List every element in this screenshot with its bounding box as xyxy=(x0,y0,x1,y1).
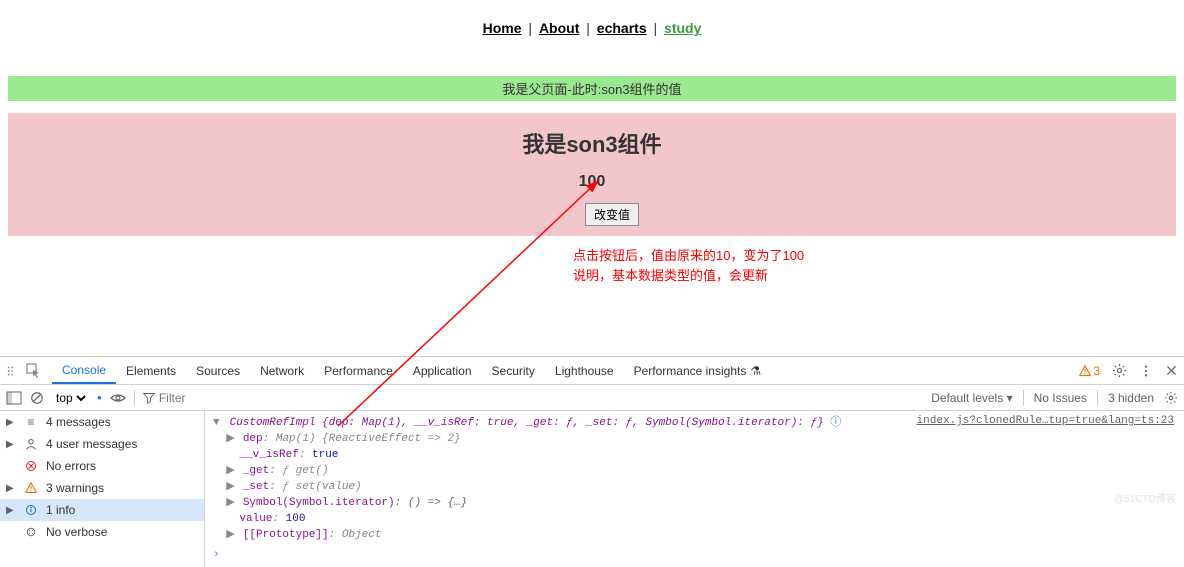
tab-application[interactable]: Application xyxy=(403,357,482,384)
filter-icon xyxy=(143,392,155,404)
flask-icon: ⚗ xyxy=(750,364,761,378)
sidebar-item-verbose[interactable]: No verbose xyxy=(0,521,204,543)
user-icon xyxy=(24,438,38,450)
messages-icon: ≡ xyxy=(24,415,38,429)
tab-security[interactable]: Security xyxy=(482,357,545,384)
nav-links: Home | About | echarts | study xyxy=(8,20,1176,36)
nav-separator: | xyxy=(650,20,661,36)
error-icon xyxy=(24,460,38,472)
element-picker-icon[interactable] xyxy=(26,363,42,379)
live-expression-icon[interactable] xyxy=(110,392,126,404)
filter-input[interactable] xyxy=(159,391,219,405)
nav-link-home[interactable]: Home xyxy=(483,20,522,36)
parent-banner: 我是父页面-此时:son3组件的值 xyxy=(8,76,1176,101)
warnings-badge[interactable]: 3 xyxy=(1079,364,1100,378)
sidebar-item-messages[interactable]: ▶≡4 messages xyxy=(0,411,204,433)
annotation-line1: 点击按钮后，值由原来的10，变为了100 xyxy=(573,246,804,266)
console-toolbar: top ● Default levels ▾ No Issues 3 hidde… xyxy=(0,385,1184,411)
tab-perf-insights[interactable]: Performance insights ⚗ xyxy=(624,357,771,384)
console-sidebar: ▶≡4 messages ▶4 user messages No errors … xyxy=(0,411,205,567)
tab-lighthouse[interactable]: Lighthouse xyxy=(545,357,624,384)
sidebar-item-user-messages[interactable]: ▶4 user messages xyxy=(0,433,204,455)
tab-elements[interactable]: Elements xyxy=(116,357,186,384)
nav-separator: | xyxy=(582,20,593,36)
son3-value: 100 xyxy=(8,173,1176,191)
nav-link-echarts[interactable]: echarts xyxy=(597,20,647,36)
change-value-button[interactable]: 改变值 xyxy=(585,203,639,226)
tab-network[interactable]: Network xyxy=(250,357,314,384)
console-prompt[interactable]: › xyxy=(213,547,1176,563)
tab-console[interactable]: Console xyxy=(52,357,116,384)
sidebar-item-info[interactable]: ▶1 info xyxy=(0,499,204,521)
source-link[interactable]: index.js?clonedRule…tup=true&lang=ts:23 xyxy=(917,415,1174,427)
son3-title: 我是son3组件 xyxy=(8,127,1176,159)
nav-link-study[interactable]: study xyxy=(664,20,701,36)
settings-icon[interactable] xyxy=(1112,363,1127,378)
app-viewport: Home | About | echarts | study 我是父页面-此时:… xyxy=(0,0,1184,356)
more-icon[interactable] xyxy=(1139,364,1153,378)
console-object-header: CustomRefImpl {dep: Map(1), __v_isRef: t… xyxy=(230,417,824,429)
devtools-body: ▶≡4 messages ▶4 user messages No errors … xyxy=(0,411,1184,567)
dock-side-icon[interactable] xyxy=(6,364,20,378)
son3-component: 我是son3组件 100 改变值 xyxy=(8,113,1176,236)
warning-icon xyxy=(1079,365,1091,377)
hidden-count[interactable]: 3 hidden xyxy=(1108,391,1154,405)
annotation-area: 点击按钮后，值由原来的10，变为了100 说明，基本数据类型的值，会更新 xyxy=(8,236,1176,316)
issues-link[interactable]: No Issues xyxy=(1034,391,1087,405)
annotation-text: 点击按钮后，值由原来的10，变为了100 说明，基本数据类型的值，会更新 xyxy=(573,246,804,285)
devtools-panel: Console Elements Sources Network Perform… xyxy=(0,356,1184,567)
sidebar-item-errors[interactable]: No errors xyxy=(0,455,204,477)
sidebar-toggle-icon[interactable] xyxy=(6,391,22,405)
log-levels-dropdown[interactable]: Default levels ▾ xyxy=(931,391,1012,405)
verbose-icon xyxy=(24,526,38,538)
info-icon xyxy=(24,504,38,516)
watermark: @51CTO博客 xyxy=(1114,490,1176,505)
close-icon[interactable] xyxy=(1165,364,1178,377)
console-settings-icon[interactable] xyxy=(1164,391,1178,405)
tab-performance[interactable]: Performance xyxy=(314,357,403,384)
context-selector[interactable]: top xyxy=(52,390,89,406)
console-output[interactable]: index.js?clonedRule…tup=true&lang=ts:23 … xyxy=(205,411,1184,567)
sidebar-item-warnings[interactable]: ▶3 warnings xyxy=(0,477,204,499)
devtools-tab-bar: Console Elements Sources Network Perform… xyxy=(0,357,1184,385)
annotation-line2: 说明，基本数据类型的值，会更新 xyxy=(573,266,804,286)
tab-sources[interactable]: Sources xyxy=(186,357,250,384)
filter-field[interactable] xyxy=(143,391,219,405)
nav-separator: | xyxy=(525,20,536,36)
clear-console-icon[interactable] xyxy=(30,391,44,405)
warning-icon xyxy=(24,482,38,494)
nav-link-about[interactable]: About xyxy=(539,20,579,36)
